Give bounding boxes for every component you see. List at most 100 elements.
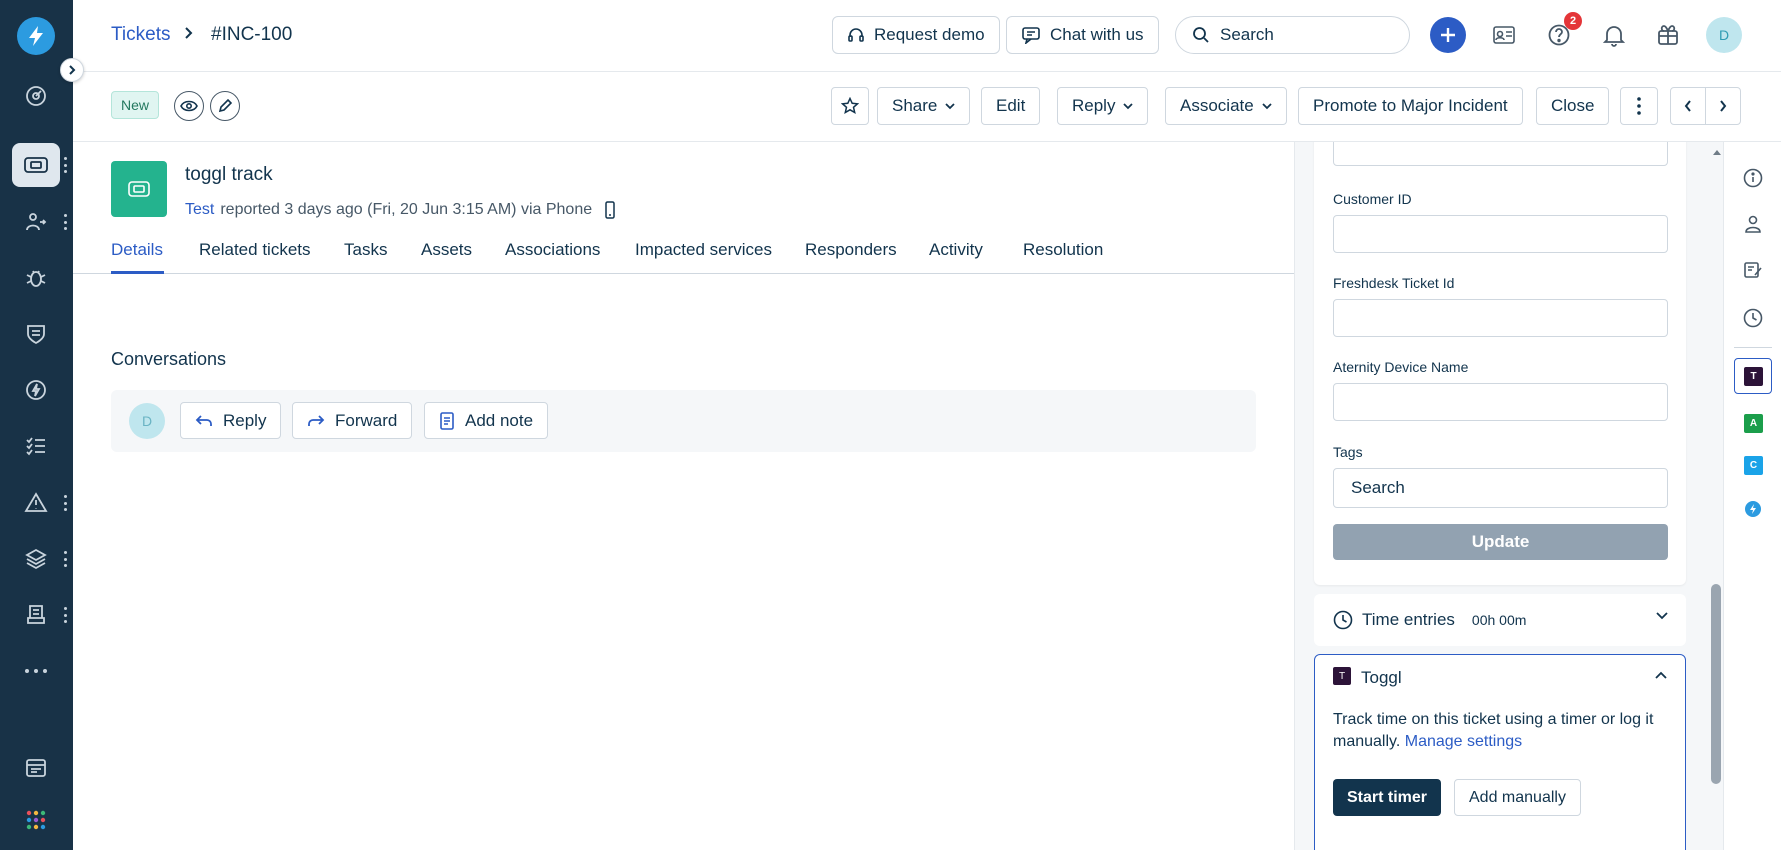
problems-bug-icon[interactable]	[12, 256, 60, 300]
expand-sidebar-button[interactable]	[60, 58, 84, 82]
marketplace-gift-icon[interactable]	[1650, 17, 1686, 53]
chevron-up-icon[interactable]	[1655, 671, 1667, 679]
freshdesk-ticket-id-input[interactable]	[1333, 299, 1668, 337]
headset-icon	[848, 28, 864, 42]
reports-more-icon[interactable]	[62, 607, 68, 623]
more-actions-button[interactable]	[1620, 87, 1658, 125]
history-clock-icon[interactable]	[1741, 306, 1765, 330]
freshservice-logo-icon[interactable]	[17, 17, 55, 55]
freshdesk-ticket-id-label: Freshdesk Ticket Id	[1333, 275, 1455, 291]
notifications-bell-icon[interactable]	[1596, 17, 1632, 53]
freshservice-app-bolt-icon[interactable]	[1741, 497, 1765, 521]
previous-ticket-button[interactable]	[1670, 87, 1706, 125]
eye-icon	[180, 100, 198, 112]
add-note-button[interactable]: Add note	[424, 402, 549, 439]
help-button[interactable]: 2	[1541, 12, 1582, 53]
promote-major-incident-button[interactable]: Promote to Major Incident	[1298, 87, 1523, 125]
toggl-app-icon[interactable]: T	[1744, 367, 1763, 386]
app-root: Tickets #INC-100 Request demo Chat with …	[0, 0, 1781, 850]
alert-more-icon[interactable]	[62, 495, 68, 511]
notes-edit-icon[interactable]	[1741, 258, 1765, 282]
ticket-main-panel: toggl track Test reported 3 days ago (Fr…	[73, 142, 1294, 850]
dashboard-icon[interactable]	[12, 74, 60, 118]
tickets-more-icon[interactable]	[62, 157, 68, 173]
changes-more-icon[interactable]	[62, 214, 68, 230]
reports-icon[interactable]	[12, 593, 60, 637]
apps-grid-icon[interactable]	[12, 798, 60, 842]
ticket-meta: Test reported 3 days ago (Fri, 20 Jun 3:…	[185, 201, 616, 219]
layers-more-icon[interactable]	[62, 551, 68, 567]
associate-dropdown-button[interactable]: Associate	[1165, 87, 1287, 125]
agent-avatar: D	[129, 403, 165, 439]
changes-icon[interactable]	[12, 200, 60, 244]
pencil-icon	[218, 99, 232, 113]
update-button[interactable]: Update	[1333, 524, 1668, 560]
scrollbar-thumb[interactable]	[1711, 584, 1721, 784]
requester-link[interactable]: Test	[185, 201, 214, 219]
tab-impacted-services[interactable]: Impacted services	[635, 240, 772, 260]
tab-related-tickets[interactable]: Related tickets	[199, 240, 311, 260]
customer-id-input[interactable]	[1333, 215, 1668, 253]
edit-button[interactable]: Edit	[981, 87, 1041, 125]
star-button[interactable]	[831, 87, 869, 125]
request-demo-button[interactable]: Request demo	[832, 16, 1000, 54]
add-manually-button[interactable]: Add manually	[1454, 779, 1581, 816]
tab-details[interactable]: Details	[111, 240, 163, 260]
tab-responders[interactable]: Responders	[805, 240, 897, 260]
info-icon[interactable]	[1741, 166, 1765, 190]
conversation-forward-button[interactable]: Forward	[292, 402, 413, 439]
star-icon	[841, 97, 859, 115]
ticket-type-icon	[111, 161, 167, 217]
admin-panel-icon[interactable]	[12, 746, 60, 790]
scroll-up-arrow-icon[interactable]	[1710, 147, 1723, 157]
toggl-logo-icon: T	[1333, 667, 1351, 685]
tab-activity[interactable]: Activity	[929, 240, 983, 260]
clock-icon	[1333, 610, 1353, 630]
shield-icon[interactable]	[12, 312, 60, 356]
task-list-icon[interactable]	[12, 424, 60, 468]
aternity-device-name-input[interactable]	[1333, 383, 1668, 421]
edit-ticket-pencil-button[interactable]	[210, 91, 240, 121]
phone-icon	[605, 201, 615, 219]
layers-icon[interactable]	[12, 537, 60, 581]
tab-associations[interactable]: Associations	[505, 240, 600, 260]
time-entries-card[interactable]: Time entries 00h 00m	[1314, 594, 1686, 646]
reply-dropdown-button[interactable]: Reply	[1057, 87, 1149, 125]
alert-icon[interactable]	[12, 481, 60, 525]
tab-resolution[interactable]: Resolution	[1023, 240, 1103, 260]
more-vertical-icon	[1637, 97, 1641, 115]
chevron-left-icon	[1684, 100, 1691, 112]
chevron-right-icon	[1720, 100, 1727, 112]
tab-tasks[interactable]: Tasks	[344, 240, 387, 260]
share-dropdown-button[interactable]: Share	[877, 87, 971, 125]
conversation-reply-button[interactable]: Reply	[180, 402, 282, 439]
start-timer-button[interactable]: Start timer	[1333, 779, 1442, 816]
tab-assets[interactable]: Assets	[421, 240, 472, 260]
manage-settings-link[interactable]: Manage settings	[1405, 733, 1522, 750]
tags-search-input[interactable]: Search	[1333, 468, 1668, 508]
properties-card: Customer ID Freshdesk Ticket Id Aternity…	[1314, 142, 1686, 585]
close-ticket-button[interactable]: Close	[1536, 87, 1610, 125]
time-entries-label: Time entries	[1362, 610, 1455, 629]
releases-bolt-icon[interactable]	[12, 368, 60, 412]
chat-with-us-button[interactable]: Chat with us	[1006, 16, 1159, 54]
app-a-icon[interactable]: A	[1744, 414, 1763, 433]
next-ticket-button[interactable]	[1705, 87, 1741, 125]
plus-icon	[1441, 28, 1455, 42]
requester-person-icon[interactable]	[1741, 212, 1765, 236]
app-c-icon[interactable]: C	[1744, 456, 1763, 475]
breadcrumb-tickets-link[interactable]: Tickets	[111, 24, 170, 46]
watch-ticket-button[interactable]	[174, 91, 204, 121]
ticket-subject: toggl track	[185, 164, 273, 185]
tickets-icon[interactable]	[12, 143, 60, 187]
contacts-card-icon[interactable]	[1486, 17, 1522, 53]
associate-label: Associate	[1180, 96, 1254, 115]
more-horizontal-icon[interactable]	[12, 649, 60, 693]
forward-arrow-icon	[308, 414, 325, 426]
user-avatar[interactable]: D	[1706, 17, 1742, 53]
aternity-device-name-label: Aternity Device Name	[1333, 359, 1469, 375]
new-item-plus-button[interactable]	[1430, 17, 1466, 53]
global-search-input[interactable]: Search	[1175, 16, 1410, 54]
previous-field-input[interactable]	[1333, 142, 1668, 166]
help-notification-badge: 2	[1564, 12, 1582, 30]
